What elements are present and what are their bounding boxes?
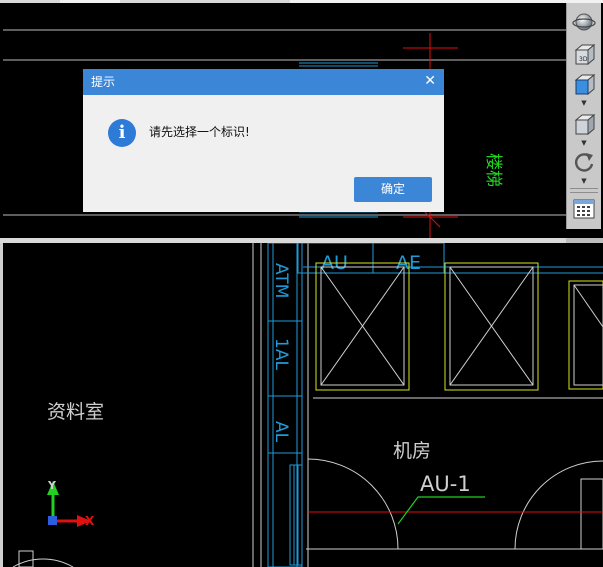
stair-label-green: 楼梯: [483, 153, 503, 187]
ok-button[interactable]: 确定: [354, 177, 432, 202]
view-box-button[interactable]: [570, 71, 598, 97]
rotate-caret[interactable]: ▼: [580, 178, 588, 185]
room-label-data-room: 资料室: [47, 401, 104, 423]
view-cube-icon: [574, 113, 596, 136]
ucs-x-label: X: [85, 514, 95, 528]
cabinet-label-1al: 1AL: [271, 338, 291, 370]
toolbar-separator: [570, 192, 598, 193]
view-toolbar: 3D ▼ ▼ ▼: [566, 3, 601, 229]
door-arc: [307, 458, 399, 550]
door-frame: [580, 478, 603, 550]
door-frame: [18, 550, 34, 567]
cabinet-top-outline: [297, 243, 445, 274]
toolbar-separator: [570, 188, 598, 189]
label-leader-green: [397, 496, 485, 525]
ucs-origin: [48, 516, 57, 525]
equipment-label-au1: AU-1: [420, 472, 471, 496]
rotate-icon: [575, 153, 594, 172]
view-cube-button[interactable]: [570, 111, 598, 137]
svg-text:3D: 3D: [579, 56, 588, 63]
equipment-cross: [573, 284, 603, 328]
dialog-titlebar[interactable]: 提示 ✕: [83, 69, 444, 95]
rotate-button[interactable]: [570, 149, 598, 175]
orbit-icon: [572, 13, 596, 31]
cad-application-window: 楼梯 3D ▼ ▼ ▼ AU AE ATM 1AL AL 资料室 机房 AU-1…: [0, 0, 603, 567]
cad-viewport-bottom[interactable]: AU AE ATM 1AL AL 资料室 机房 AU-1 Y X: [3, 243, 603, 567]
view-box-caret[interactable]: ▼: [580, 100, 588, 107]
grid-panel-button[interactable]: [570, 196, 598, 222]
ucs-y-label: Y: [47, 479, 57, 492]
info-icon: i: [108, 119, 136, 147]
bottom-drawing-svg: AU AE ATM 1AL AL 资料室 机房 AU-1 Y X: [12, 243, 603, 567]
grid-panel-icon: [573, 199, 595, 219]
view-box-icon: [574, 73, 596, 96]
equipment-inner: [573, 284, 603, 386]
cabinet-label-atm: ATM: [271, 263, 291, 298]
room-label-machine-room: 机房: [393, 440, 431, 462]
rack-outline: [289, 464, 303, 566]
close-icon[interactable]: ✕: [424, 73, 436, 89]
door-arc: [12, 558, 74, 567]
view-3d-button[interactable]: 3D: [570, 41, 598, 67]
cabinet-label-al: AL: [271, 421, 291, 443]
orbit-button[interactable]: [570, 9, 598, 35]
view-3d-icon: 3D: [574, 43, 596, 66]
dialog-title: 提示: [91, 75, 116, 89]
info-dialog: 提示 ✕ i 请先选择一个标识! 确定: [83, 69, 444, 212]
dialog-message: 请先选择一个标识!: [149, 125, 250, 139]
door-arc: [514, 460, 603, 550]
view-cube-caret[interactable]: ▼: [580, 140, 588, 147]
